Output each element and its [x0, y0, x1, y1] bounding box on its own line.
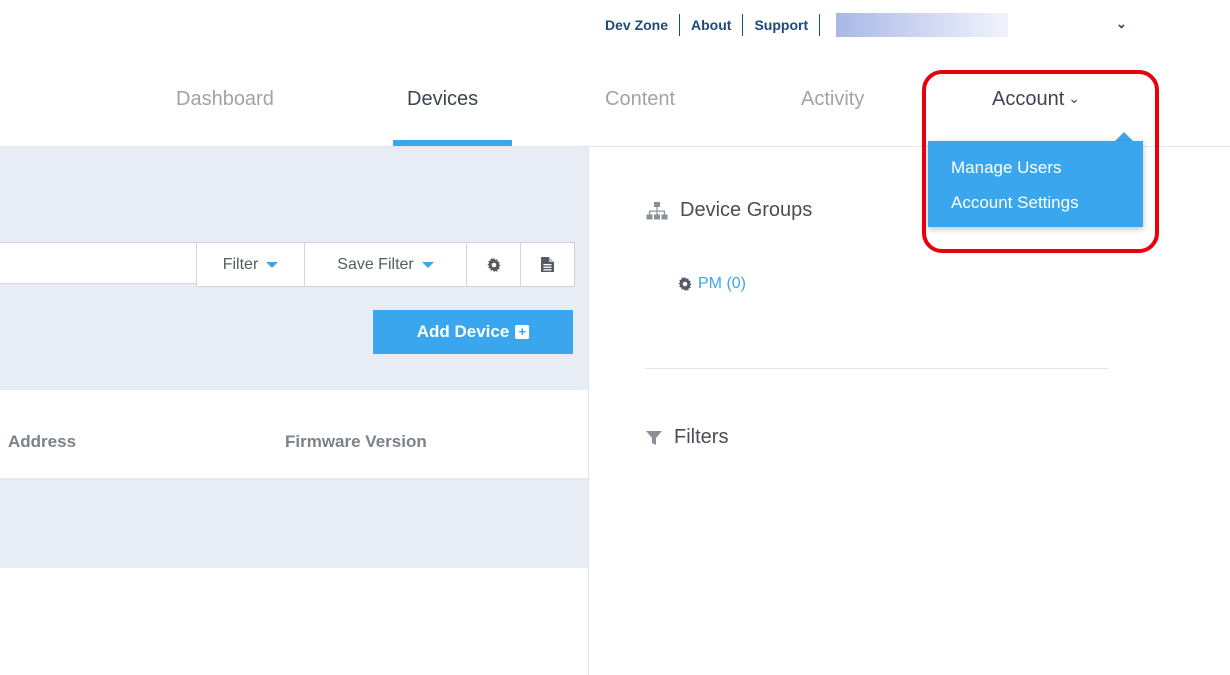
tab-activity[interactable]: Activity: [801, 88, 864, 111]
table-row[interactable]: [0, 480, 588, 568]
caret-down-icon: [421, 261, 434, 268]
filter-button-label: Filter: [222, 255, 259, 273]
device-group-label: PM (0): [698, 275, 746, 292]
chevron-down-icon: ⌄: [1068, 90, 1080, 106]
caret-down-icon: [266, 261, 279, 268]
funnel-icon: [646, 430, 662, 446]
menu-item-account-settings[interactable]: Account Settings: [951, 193, 1079, 213]
add-device-button[interactable]: Add Device +: [373, 310, 573, 354]
tab-devices[interactable]: Devices: [407, 88, 478, 111]
device-groups-title: Device Groups: [680, 199, 813, 221]
document-icon: [541, 257, 554, 272]
divider: [645, 368, 1108, 369]
save-filter-button[interactable]: Save Filter: [304, 242, 467, 287]
plus-icon: +: [515, 325, 530, 339]
dropdown-pointer: [1115, 132, 1133, 141]
gear-icon: [486, 257, 501, 272]
save-filter-button-label: Save Filter: [337, 255, 414, 273]
main-nav: Dashboard Devices Content Activity Accou…: [0, 0, 1230, 148]
add-device-button-label: Add Device: [416, 322, 510, 341]
filters-heading: Filters: [646, 426, 728, 449]
export-button[interactable]: [520, 242, 575, 287]
filters-title: Filters: [674, 426, 729, 448]
filter-button[interactable]: Filter: [196, 242, 305, 287]
tab-dashboard[interactable]: Dashboard: [176, 88, 274, 111]
tab-content[interactable]: Content: [605, 88, 675, 111]
account-dropdown-menu: Manage Users Account Settings: [928, 141, 1143, 227]
sitemap-icon: [646, 201, 668, 220]
menu-item-manage-users[interactable]: Manage Users: [951, 158, 1062, 178]
search-input[interactable]: [0, 242, 197, 284]
tab-account-label: Account: [992, 88, 1065, 110]
panel-divider: [588, 147, 589, 675]
tab-account[interactable]: Account ⌄: [992, 88, 1080, 111]
gear-icon: [678, 277, 692, 291]
device-groups-heading: Device Groups: [646, 199, 812, 222]
device-group-item[interactable]: PM (0): [678, 275, 746, 293]
settings-button[interactable]: [466, 242, 521, 287]
column-header-address[interactable]: Address: [8, 432, 76, 452]
column-header-firmware-version[interactable]: Firmware Version: [285, 432, 427, 452]
